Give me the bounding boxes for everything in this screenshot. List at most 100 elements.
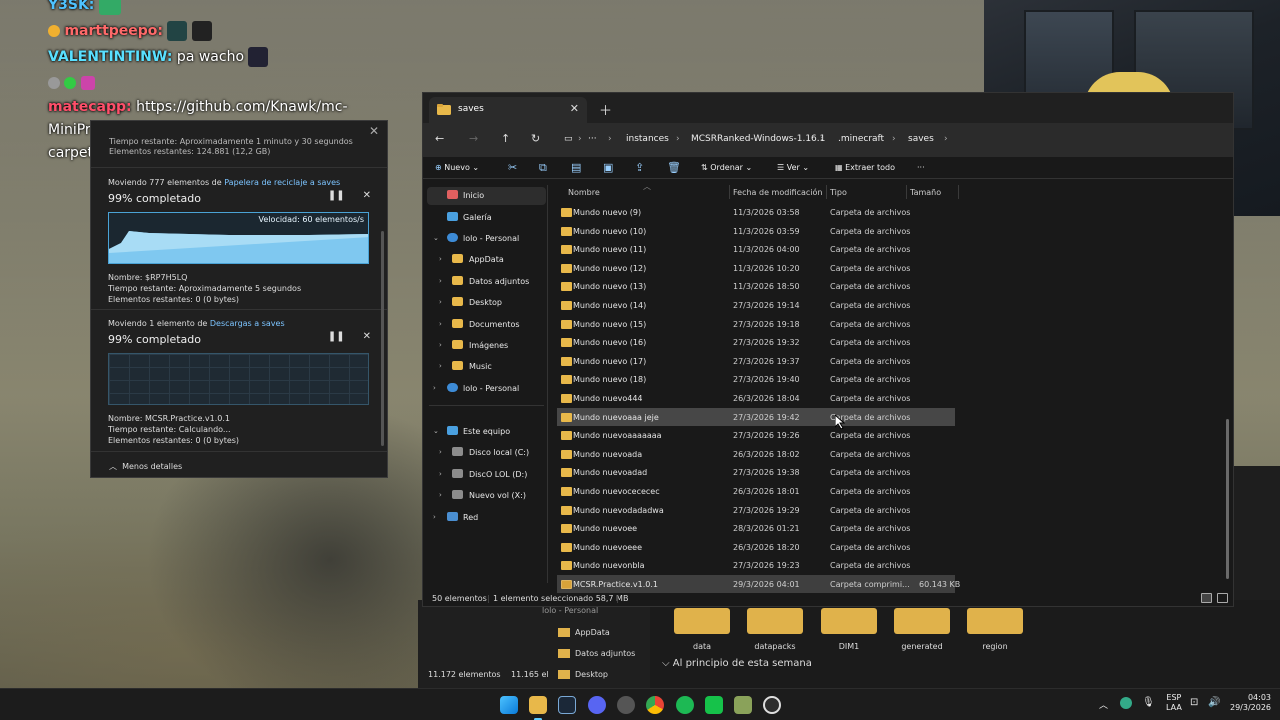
nav-item-attachments[interactable]: › Datos adjuntos [427, 273, 546, 291]
nav-item-onedrive-2[interactable]: › lolo - Personal [427, 380, 546, 398]
column-divider[interactable] [958, 185, 959, 199]
back-arrow-icon[interactable]: ← [435, 132, 444, 145]
column-divider[interactable] [729, 185, 730, 199]
chevron-up-icon[interactable]: ︿ [1099, 698, 1108, 711]
table-row[interactable]: Mundo nuevocececec 26/3/2026 18:01 Carpeta… [557, 482, 955, 501]
table-row[interactable]: Mundo nuevo (9) 11/3/2026 03:58 Carpeta de… [557, 203, 955, 222]
operation-link[interactable]: Papelera de reciclaje a saves [224, 178, 340, 187]
nav-item-drive-d[interactable]: › DiscO LOL (D:) [427, 466, 546, 484]
language-indicator[interactable]: ESP LAA [1166, 693, 1182, 713]
table-row[interactable]: Mundo nuevo (18) 27/3/2026 19:40 Carpeta d… [557, 370, 955, 389]
nav-item-home[interactable]: Inicio [427, 187, 546, 205]
file-explorer-taskbar-icon[interactable] [529, 696, 547, 720]
table-row[interactable]: Mundo nuevo (12) 11/3/2026 10:20 Carpeta d… [557, 259, 955, 278]
extract-all-button[interactable]: ▦ Extraer todo [835, 163, 895, 172]
breadcrumb-instances[interactable]: instances [626, 134, 669, 144]
nav-item-documents[interactable]: › Documentos [427, 316, 546, 334]
new-button[interactable]: ⊕ Nuevo ⌄ [435, 163, 479, 172]
more-options-button[interactable]: ··· [917, 163, 925, 172]
table-row[interactable]: Mundo nuevoee 28/3/2026 01:21 Carpeta de a… [557, 519, 955, 538]
column-header-name[interactable]: Nombre [568, 188, 600, 197]
spotify-taskbar-icon[interactable] [676, 696, 694, 714]
breadcrumb[interactable]: ▭ › ··· › instances › MCSRRanked-Windows… [560, 127, 980, 153]
kick-taskbar-icon[interactable] [705, 696, 723, 714]
forward-arrow-icon[interactable]: → [469, 132, 478, 145]
new-tab-icon[interactable]: ＋ [599, 100, 612, 119]
view-button[interactable]: ☰ Ver ⌄ [777, 163, 809, 172]
folder-icon[interactable] [894, 608, 950, 634]
table-row[interactable]: Mundo nuevoada 26/3/2026 18:02 Carpeta de … [557, 445, 955, 464]
tiles-view-icon[interactable] [1217, 593, 1228, 603]
nav-item-desktop[interactable]: › Desktop [427, 294, 546, 312]
up-arrow-icon[interactable]: ↑ [501, 132, 510, 145]
column-divider[interactable] [906, 185, 907, 199]
breadcrumb-more[interactable]: ··· [588, 134, 597, 144]
file-list-scrollbar[interactable] [1226, 419, 1229, 579]
nav-item-this-pc[interactable]: ⌄ Este equipo [427, 423, 546, 441]
table-row[interactable]: Mundo nuevoaaa jeje 27/3/2026 19:42 Carpet… [557, 407, 955, 427]
table-row[interactable]: Mundo nuevo444 26/3/2026 18:04 Carpeta de … [557, 389, 955, 408]
chrome-taskbar-icon[interactable] [646, 696, 664, 714]
rename-icon[interactable]: ▣ [603, 161, 613, 174]
pause-icon[interactable]: ❚❚ [328, 190, 345, 201]
nav-item-gallery[interactable]: Galería [427, 209, 546, 227]
column-header-type[interactable]: Tipo [830, 188, 847, 197]
pause-icon[interactable]: ❚❚ [328, 331, 345, 342]
sort-button[interactable]: ⇅ Ordenar ⌄ [701, 163, 752, 172]
volume-icon[interactable]: 🔊 [1208, 697, 1220, 708]
launcher-taskbar-icon[interactable] [763, 696, 781, 714]
dialog-scrollbar[interactable] [381, 231, 384, 446]
close-icon[interactable]: ✕ [369, 124, 379, 138]
copy-icon[interactable]: ⧉ [539, 161, 547, 175]
breadcrumb-mcsrranked[interactable]: MCSRRanked-Windows-1.16.1 [691, 134, 825, 144]
start-button-icon[interactable] [500, 696, 518, 714]
nav-item-music[interactable]: › Music [427, 358, 546, 376]
nav-item-appdata[interactable]: › AppData [427, 251, 546, 269]
steam-taskbar-icon[interactable] [558, 696, 576, 714]
details-view-icon[interactable] [1201, 593, 1212, 603]
table-row[interactable]: Mundo nuevo (15) 27/3/2026 19:18 Carpeta d… [557, 315, 955, 334]
close-tab-icon[interactable]: ✕ [570, 102, 579, 115]
table-row[interactable]: Mundo nuevoaaaaaaa 27/3/2026 19:26 Carpeta… [557, 426, 955, 445]
column-header-size[interactable]: Tamaño [910, 188, 941, 197]
less-details-button[interactable]: ︿ Menos detalles [109, 461, 182, 472]
cancel-icon[interactable]: ✕ [363, 331, 371, 342]
nav-item-network[interactable]: › Red [427, 509, 546, 527]
nav-item-desktop[interactable]: Desktop [575, 670, 608, 679]
table-row[interactable]: Mundo nuevonbla 27/3/2026 19:23 Carpeta de… [557, 556, 955, 575]
nav-item-attachments[interactable]: Datos adjuntos [575, 649, 635, 658]
nav-item-drive-x[interactable]: › Nuevo vol (X:) [427, 487, 546, 505]
table-row[interactable]: Mundo nuevo (13) 11/3/2026 18:50 Carpeta d… [557, 277, 955, 296]
cancel-icon[interactable]: ✕ [363, 190, 371, 201]
nav-item-drive-c[interactable]: › Disco local (C:) [427, 444, 546, 462]
table-row[interactable]: Mundo nuevo (17) 27/3/2026 19:37 Carpeta d… [557, 352, 955, 371]
discord-taskbar-icon[interactable] [588, 696, 606, 714]
share-icon[interactable]: ⇪ [635, 161, 644, 174]
refresh-icon[interactable]: ↻ [531, 132, 540, 145]
cut-icon[interactable]: ✂ [508, 161, 517, 174]
microphone-icon[interactable]: 🎙 [1142, 697, 1155, 708]
folder-icon[interactable] [747, 608, 803, 634]
breadcrumb-saves[interactable]: saves [908, 134, 934, 144]
clock[interactable]: 04:03 29/3/2026 [1230, 693, 1271, 713]
table-row[interactable]: Mundo nuevoadad 27/3/2026 19:38 Carpeta de… [557, 463, 955, 482]
table-row[interactable]: Mundo nuevoeee 26/3/2026 18:20 Carpeta de … [557, 538, 955, 557]
network-icon[interactable]: ⊡ [1190, 697, 1198, 708]
folder-icon[interactable] [967, 608, 1023, 634]
folder-icon[interactable] [821, 608, 877, 634]
column-divider[interactable] [826, 185, 827, 199]
nav-item-appdata[interactable]: AppData [575, 628, 610, 637]
table-row[interactable]: Mundo nuevo (14) 27/3/2026 19:14 Carpeta d… [557, 296, 955, 315]
table-row[interactable]: Mundo nuevo (11) 11/3/2026 04:00 Carpeta d… [557, 240, 955, 259]
minecraft-taskbar-icon[interactable] [734, 696, 752, 714]
folder-icon[interactable] [674, 608, 730, 634]
table-row[interactable]: Mundo nuevo (10) 11/3/2026 03:59 Carpeta d… [557, 222, 955, 241]
operation-link[interactable]: Descargas a saves [210, 319, 285, 328]
obs-taskbar-icon[interactable] [617, 696, 635, 714]
security-icon[interactable] [1120, 697, 1132, 709]
paste-icon[interactable]: ▤ [571, 161, 581, 174]
table-row[interactable]: Mundo nuevo (16) 27/3/2026 19:32 Carpeta d… [557, 333, 955, 352]
delete-icon[interactable]: 🗑 [667, 161, 681, 174]
nav-item-images[interactable]: › Imágenes [427, 337, 546, 355]
tab-saves[interactable]: saves ✕ [429, 97, 587, 123]
